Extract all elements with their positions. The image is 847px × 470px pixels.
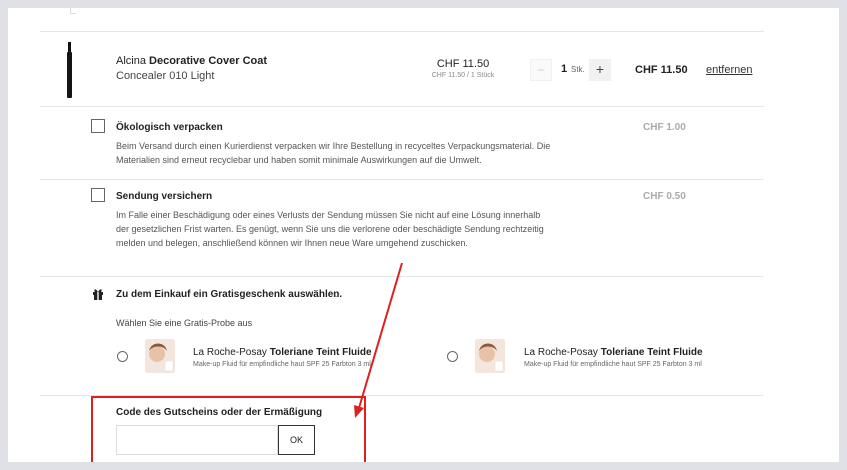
cart-page: Alcina Decorative Cover Coat Concealer 0…	[8, 8, 839, 462]
annotation-arrow	[354, 262, 403, 418]
